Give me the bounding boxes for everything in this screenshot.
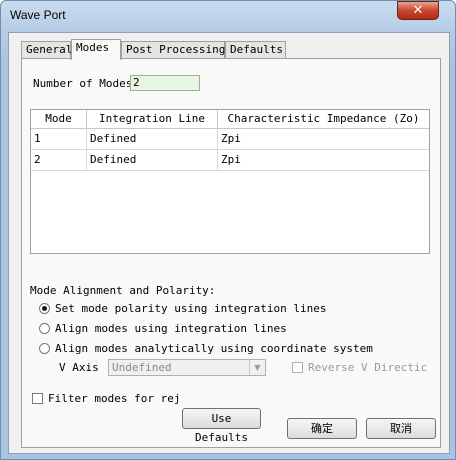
cell-impedance[interactable]: Zpi <box>218 150 429 170</box>
dialog-title: Wave Port <box>10 8 66 22</box>
dialog-client-area: General Modes Post Processing Defaults N… <box>8 32 450 454</box>
v-axis-label: V Axis <box>59 361 99 374</box>
tab-post-processing[interactable]: Post Processing <box>121 41 225 58</box>
cell-integration-line[interactable]: Defined <box>87 129 218 149</box>
table-row[interactable]: 2 Defined Zpi <box>31 150 429 171</box>
ok-button[interactable]: 确定 <box>287 418 357 439</box>
title-bar: Wave Port ✕ <box>1 1 455 31</box>
table-row[interactable]: 1 Defined Zpi <box>31 129 429 150</box>
filter-modes-checkbox[interactable] <box>32 393 43 404</box>
column-header-integration-line[interactable]: Integration Line <box>87 110 218 128</box>
alignment-heading: Mode Alignment and Polarity: <box>30 284 216 297</box>
v-axis-value: Undefined <box>112 361 172 374</box>
align-integration-radio[interactable] <box>39 323 50 334</box>
cell-mode: 2 <box>31 150 87 170</box>
cell-integration-line[interactable]: Defined <box>87 150 218 170</box>
align-integration-radio-label[interactable]: Align modes using integration lines <box>55 322 287 335</box>
cell-impedance[interactable]: Zpi <box>218 129 429 149</box>
tab-modes[interactable]: Modes <box>71 39 121 60</box>
polarity-radio-label[interactable]: Set mode polarity using integration line… <box>55 302 327 315</box>
number-of-modes-label: Number of Modes <box>33 77 133 90</box>
modes-table: Mode Integration Line Characteristic Imp… <box>30 109 430 254</box>
number-of-modes-input[interactable]: 2 <box>130 75 200 91</box>
use-defaults-button[interactable]: Use Defaults <box>182 408 261 444</box>
wave-port-dialog: Wave Port ✕ General Modes Post Processin… <box>0 0 456 460</box>
tab-general[interactable]: General <box>21 41 72 58</box>
cancel-button[interactable]: 取消 <box>366 418 436 439</box>
polarity-radio[interactable] <box>39 303 50 314</box>
filter-modes-label[interactable]: Filter modes for rej <box>48 392 180 405</box>
align-analytic-radio-label[interactable]: Align modes analytically using coordinat… <box>55 342 373 355</box>
modes-panel: Number of Modes 2 Mode Integration Line … <box>21 58 441 448</box>
v-axis-select[interactable]: Undefined ▼ <box>108 359 266 376</box>
reverse-v-checkbox[interactable] <box>292 362 303 373</box>
column-header-impedance[interactable]: Characteristic Impedance (Zo) <box>218 110 429 128</box>
table-header: Mode Integration Line Characteristic Imp… <box>31 110 429 129</box>
column-header-mode[interactable]: Mode <box>31 110 87 128</box>
close-button[interactable]: ✕ <box>397 1 439 20</box>
reverse-v-label: Reverse V Directic <box>308 361 428 374</box>
align-analytic-radio[interactable] <box>39 343 50 354</box>
cell-mode: 1 <box>31 129 87 149</box>
chevron-down-icon[interactable]: ▼ <box>249 360 265 375</box>
tab-defaults[interactable]: Defaults <box>225 41 286 58</box>
